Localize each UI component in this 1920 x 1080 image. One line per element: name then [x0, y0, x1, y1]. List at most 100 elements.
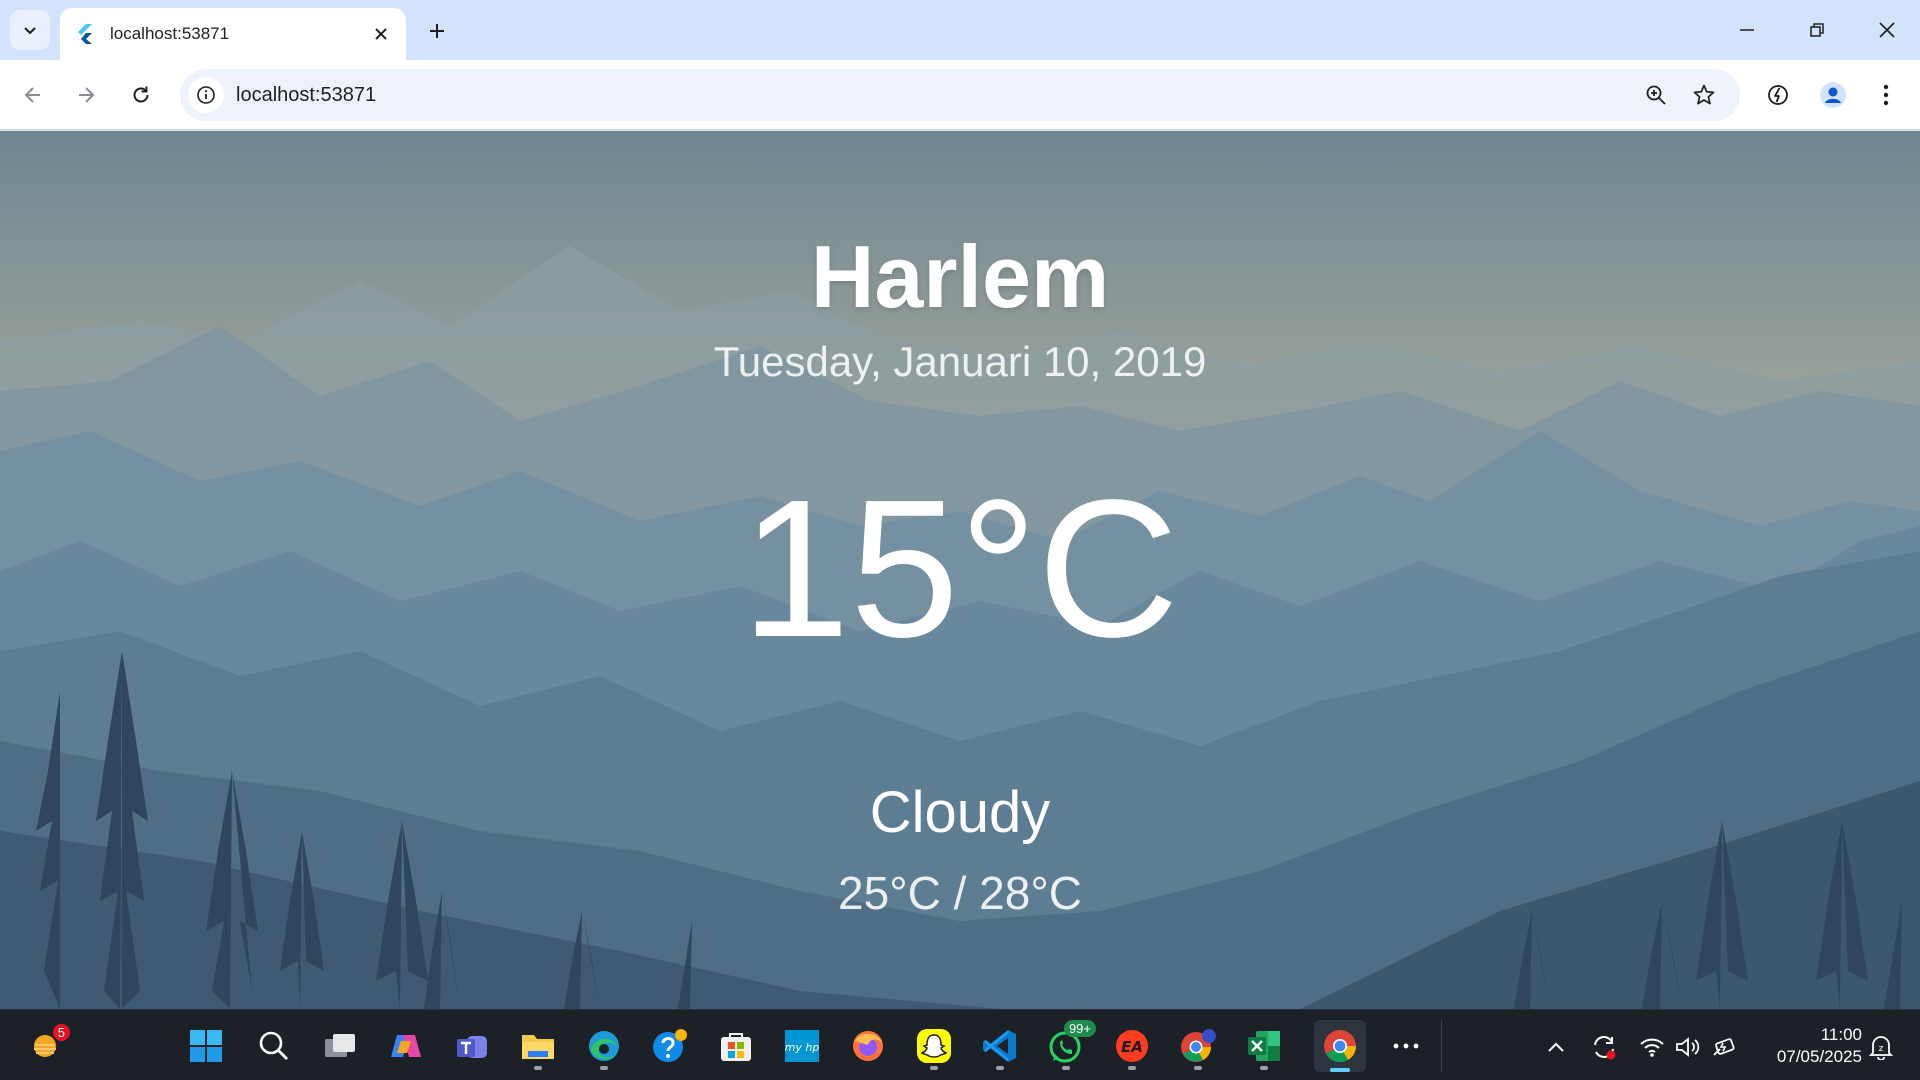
excel-button[interactable] [1240, 1022, 1288, 1070]
vscode-button[interactable] [976, 1022, 1024, 1070]
profile-button[interactable] [1813, 75, 1853, 115]
task-view-button[interactable] [316, 1022, 364, 1070]
running-indicator [1128, 1066, 1136, 1070]
whatsapp-badge: 99+ [1063, 1020, 1096, 1037]
taskbar: 5 my hp 99+ EA 11:00 07/05/2025 z [0, 1009, 1920, 1080]
more-apps-button[interactable] [1382, 1022, 1430, 1070]
start-button[interactable] [182, 1022, 230, 1070]
firefox-icon [853, 1031, 883, 1061]
tab-strip: localhost:53871 [0, 0, 1920, 60]
chevron-up-icon [1548, 1042, 1564, 1052]
sync-status-button[interactable] [1589, 1032, 1619, 1062]
forward-button[interactable] [66, 75, 106, 115]
vscode-icon [983, 1030, 1016, 1062]
speedometer-icon [1768, 85, 1788, 105]
battery-charging-icon [1713, 1038, 1735, 1056]
running-indicator [600, 1066, 608, 1070]
running-indicator [534, 1066, 542, 1070]
tab-search-button[interactable] [10, 10, 50, 50]
task-view-icon [325, 1034, 355, 1057]
microsoft-store-button[interactable] [712, 1022, 760, 1070]
tab-title: localhost:53871 [110, 24, 230, 43]
url-text: localhost:53871 [236, 84, 377, 106]
snapchat-icon [917, 1029, 951, 1063]
copilot-icon [391, 1035, 421, 1057]
myhp-button[interactable]: my hp [778, 1022, 826, 1070]
edge-icon [589, 1031, 619, 1061]
flutter-icon [76, 24, 96, 44]
weather-panel: Harlem Tuesday, Januari 10, 2019 15°C Cl… [0, 131, 1920, 1009]
chrome-icon [1181, 1029, 1216, 1062]
running-indicator [996, 1066, 1004, 1070]
edge-button[interactable] [580, 1022, 628, 1070]
browser-tab[interactable]: localhost:53871 [60, 8, 406, 60]
plus-icon [430, 24, 444, 38]
active-indicator [1330, 1068, 1350, 1072]
minimize-button[interactable] [1724, 10, 1770, 50]
wifi-button[interactable] [1637, 1032, 1667, 1062]
chrome-button[interactable] [1314, 1020, 1366, 1072]
windows-icon [190, 1030, 222, 1062]
clock-date: 07/05/2025 [1776, 1047, 1862, 1066]
reload-icon [133, 86, 149, 103]
zoom-in-icon [1646, 85, 1666, 105]
firefox-button[interactable] [844, 1022, 892, 1070]
address-bar[interactable]: localhost:53871 [180, 69, 1740, 121]
sync-icon [1594, 1036, 1616, 1060]
current-temperature: 15°C [741, 459, 1179, 678]
weather-widget[interactable]: 5 [22, 1022, 70, 1070]
running-indicator [1194, 1066, 1202, 1070]
ea-app-button[interactable]: EA [1108, 1022, 1156, 1070]
copilot-button[interactable] [382, 1022, 430, 1070]
store-icon [721, 1033, 751, 1061]
clock[interactable]: 11:00 07/05/2025 [1752, 1024, 1862, 1068]
battery-button[interactable] [1709, 1032, 1739, 1062]
reload-button[interactable] [121, 75, 161, 115]
close-window-button[interactable] [1864, 10, 1910, 50]
ea-icon: EA [1116, 1030, 1148, 1062]
show-hidden-icons-button[interactable] [1541, 1032, 1571, 1062]
menu-button[interactable] [1866, 75, 1906, 115]
whatsapp-button[interactable]: 99+ [1042, 1020, 1096, 1070]
taskbar-divider [1441, 1020, 1442, 1072]
bell-icon: z [1869, 1036, 1893, 1060]
help-icon [653, 1029, 687, 1062]
file-explorer-button[interactable] [514, 1022, 562, 1070]
weather-badge: 5 [52, 1024, 70, 1041]
info-icon [197, 86, 215, 104]
more-vertical-icon [1883, 84, 1889, 106]
zoom-button[interactable] [1640, 79, 1672, 111]
get-help-button[interactable] [646, 1022, 694, 1070]
notifications-button[interactable]: z [1866, 1032, 1896, 1062]
chrome-profile-button[interactable] [1174, 1022, 1222, 1070]
site-info-button[interactable] [188, 77, 224, 113]
running-indicator [1062, 1066, 1070, 1070]
performance-button[interactable] [1758, 75, 1798, 115]
bookmark-button[interactable] [1688, 79, 1720, 111]
folder-icon [522, 1035, 554, 1059]
wifi-icon [1640, 1038, 1664, 1057]
weather-date: Tuesday, Januari 10, 2019 [713, 338, 1207, 385]
teams-button[interactable] [448, 1022, 496, 1070]
city-name: Harlem [810, 227, 1110, 326]
svg-text:EA: EA [1121, 1038, 1143, 1056]
arrow-right-icon [79, 87, 95, 103]
volume-button[interactable] [1673, 1032, 1703, 1062]
restore-button[interactable] [1794, 10, 1840, 50]
close-icon [1879, 22, 1895, 38]
close-tab-icon[interactable] [368, 21, 394, 47]
running-indicator [1260, 1066, 1268, 1070]
restore-icon [1810, 23, 1824, 37]
new-tab-button[interactable] [420, 14, 454, 48]
more-horizontal-icon [1393, 1043, 1419, 1049]
back-button[interactable] [13, 75, 53, 115]
browser-toolbar: localhost:53871 [0, 60, 1920, 130]
search-icon [259, 1031, 288, 1060]
arrow-left-icon [24, 87, 40, 103]
search-button[interactable] [250, 1022, 298, 1070]
temperature-range: 25°C / 28°C [838, 867, 1082, 919]
snapchat-button[interactable] [910, 1022, 958, 1070]
star-icon [1693, 84, 1715, 105]
chevron-down-icon [24, 27, 36, 35]
excel-icon [1248, 1031, 1280, 1061]
